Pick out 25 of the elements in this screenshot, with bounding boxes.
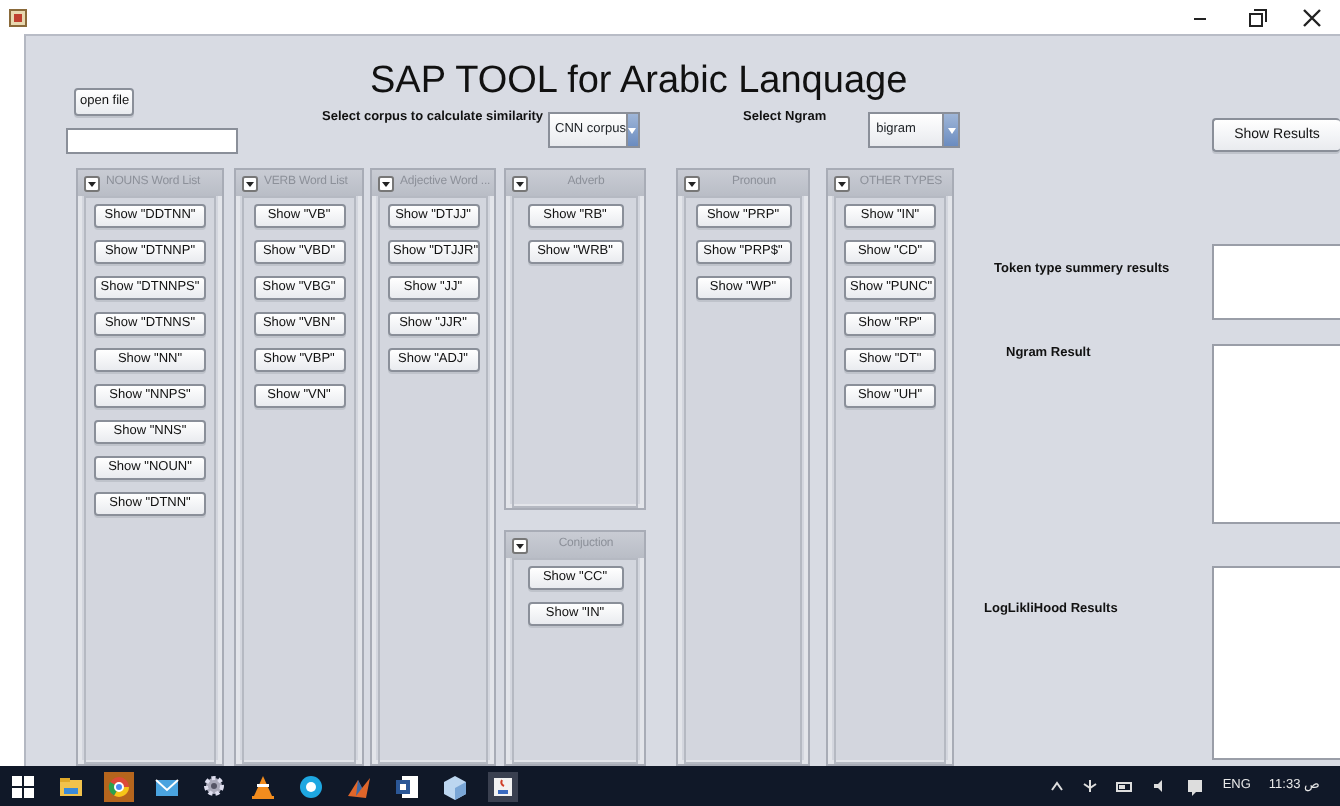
file-path-field[interactable]	[66, 128, 238, 154]
collapse-icon[interactable]	[378, 175, 394, 191]
app-title: SAP TOOL for Arabic Lanquage	[370, 60, 910, 104]
gear-icon[interactable]	[200, 771, 230, 801]
coffee-cup-icon[interactable]	[488, 771, 518, 801]
caret-icon[interactable]	[1050, 780, 1065, 792]
collapse-icon[interactable]	[834, 175, 850, 191]
collapse-icon[interactable]	[684, 175, 700, 191]
collapse-icon[interactable]	[242, 175, 258, 191]
dropdown-arrow-icon	[947, 126, 956, 134]
result-box	[1212, 244, 1340, 320]
browser-icon[interactable]	[104, 771, 134, 801]
document-icon[interactable]	[392, 771, 422, 801]
collapse-icon[interactable]	[512, 537, 528, 553]
maximize-icon[interactable]	[1244, 7, 1268, 27]
collapse-icon[interactable]	[84, 175, 100, 191]
collapse-icon[interactable]	[512, 175, 528, 191]
battery-icon[interactable]	[1116, 779, 1135, 793]
app-icon	[8, 7, 28, 27]
dropdown-arrow-icon	[628, 126, 637, 134]
close-icon[interactable]	[1300, 7, 1324, 27]
windows-icon[interactable]	[8, 771, 38, 801]
notification-icon[interactable]	[1186, 777, 1205, 795]
cone-icon[interactable]	[248, 771, 278, 801]
cube-icon[interactable]	[440, 771, 470, 801]
